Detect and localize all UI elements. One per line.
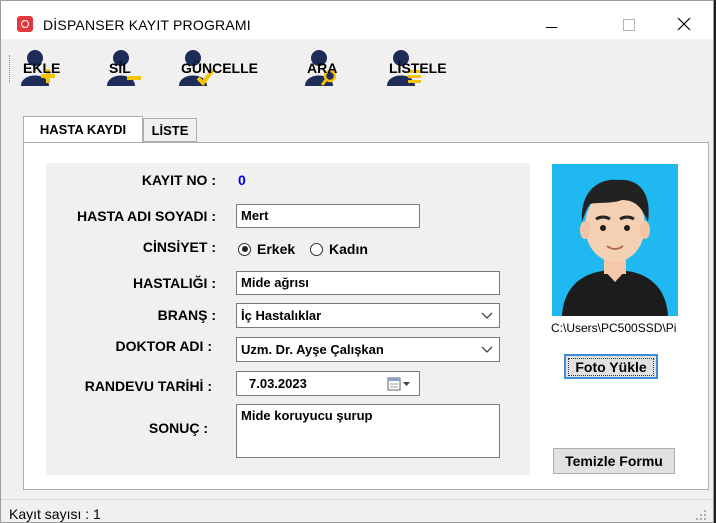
minimize-button[interactable] bbox=[529, 9, 575, 39]
hasta-adi-label: HASTA ADI SOYADI : bbox=[77, 208, 216, 224]
status-bar: Kayıt sayısı : 1 bbox=[1, 499, 713, 522]
hasta-kaydi-panel: KAYIT NO : 0 HASTA ADI SOYADI : Mert CİN… bbox=[23, 142, 709, 490]
avatar-image bbox=[552, 164, 678, 316]
randevu-label: RANDEVU TARİHİ : bbox=[84, 378, 212, 394]
sonuc-label: SONUÇ : bbox=[148, 420, 208, 436]
form-group: KAYIT NO : 0 HASTA ADI SOYADI : Mert CİN… bbox=[46, 163, 530, 475]
kadin-radio-dot bbox=[310, 242, 323, 256]
hastalik-input[interactable]: Mide ağrısı bbox=[236, 271, 500, 295]
kadin-radio[interactable]: Kadın bbox=[310, 241, 368, 257]
calendar-icon bbox=[387, 377, 410, 391]
toolbar: EKLE SİL GÜNCELLE ARA LİSTELE bbox=[1, 41, 713, 95]
cinsiyet-label: CİNSİYET : bbox=[142, 239, 216, 255]
guncelle-button[interactable]: GÜNCELLE bbox=[177, 47, 258, 89]
erkek-radio[interactable]: Erkek bbox=[238, 241, 295, 257]
brans-selected-value: İç Hastalıklar bbox=[241, 308, 322, 323]
kayit-no-label: KAYIT NO : bbox=[141, 172, 216, 188]
brans-label: BRANŞ : bbox=[157, 307, 216, 323]
kayit-sayisi-status: Kayıt sayısı : 1 bbox=[9, 506, 101, 522]
ekle-label: EKLE bbox=[23, 60, 61, 76]
doktor-select[interactable]: Uzm. Dr. Ayşe Çalışkan bbox=[236, 337, 500, 362]
ara-label: ARA bbox=[307, 60, 338, 76]
randevu-date-value: 7.03.2023 bbox=[249, 376, 307, 391]
patient-photo bbox=[552, 164, 678, 316]
title-bar: DİSPANSER KAYIT PROGRAMI bbox=[1, 1, 713, 39]
doktor-selected-value: Uzm. Dr. Ayşe Çalışkan bbox=[241, 342, 384, 357]
tab-hasta-kaydi[interactable]: HASTA KAYDI bbox=[23, 116, 143, 142]
ara-button[interactable]: ARA bbox=[303, 47, 341, 89]
foto-yukle-label: Foto Yükle bbox=[568, 357, 654, 376]
guncelle-label: GÜNCELLE bbox=[181, 60, 258, 76]
chevron-down-icon bbox=[481, 312, 493, 319]
brans-select[interactable]: İç Hastalıklar bbox=[236, 303, 500, 328]
sil-button[interactable]: SİL bbox=[105, 47, 143, 89]
window-title: DİSPANSER KAYIT PROGRAMI bbox=[43, 17, 251, 33]
doktor-label: DOKTOR ADI : bbox=[115, 338, 212, 354]
hasta-adi-input[interactable]: Mert bbox=[236, 204, 420, 228]
erkek-radio-label: Erkek bbox=[257, 241, 296, 257]
tab-liste[interactable]: LİSTE bbox=[143, 118, 197, 142]
photo-path: C:\Users\PC500SSD\Pi bbox=[551, 321, 677, 335]
foto-yukle-button[interactable]: Foto Yükle bbox=[564, 354, 658, 379]
kayit-no-value: 0 bbox=[238, 172, 246, 188]
hastalik-label: HASTALIĞI : bbox=[133, 275, 216, 291]
sonuc-textarea[interactable]: Mide koruyucu şurup bbox=[236, 404, 500, 458]
close-icon bbox=[677, 17, 691, 31]
temizle-formu-button[interactable]: Temizle Formu bbox=[553, 448, 675, 474]
listele-label: LİSTELE bbox=[389, 60, 447, 76]
sil-label: SİL bbox=[109, 60, 131, 76]
toolbar-grip[interactable] bbox=[9, 55, 13, 83]
close-button[interactable] bbox=[661, 9, 707, 39]
app-icon bbox=[17, 16, 33, 32]
resize-grip-icon[interactable] bbox=[695, 509, 707, 521]
erkek-radio-dot bbox=[238, 242, 251, 256]
main-window: DİSPANSER KAYIT PROGRAMI EKLE SİL GÜNCEL… bbox=[0, 0, 714, 523]
listele-button[interactable]: LİSTELE bbox=[385, 47, 447, 89]
randevu-datepicker[interactable]: 7.03.2023 bbox=[236, 371, 420, 396]
maximize-button[interactable] bbox=[605, 9, 651, 39]
chevron-down-icon bbox=[481, 346, 493, 353]
ekle-button[interactable]: EKLE bbox=[19, 47, 61, 89]
kadin-radio-label: Kadın bbox=[329, 241, 368, 257]
